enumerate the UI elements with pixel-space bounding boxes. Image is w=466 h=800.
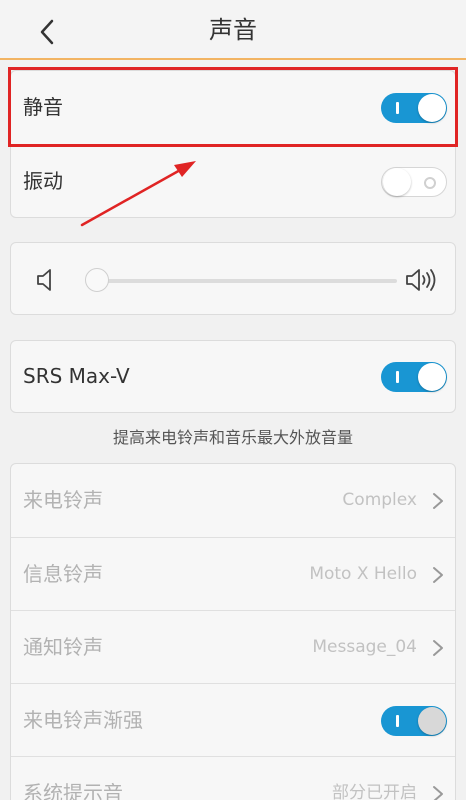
list-item[interactable]: 通知铃声 Message_04 [11, 610, 455, 683]
srs-row[interactable]: SRS Max-V [11, 341, 455, 412]
toggle-knob [418, 363, 446, 391]
srs-toggle[interactable] [381, 362, 447, 392]
header-bar: 声音 [0, 0, 466, 60]
chevron-right-icon [433, 567, 443, 583]
ringtone-value: Complex [342, 490, 417, 510]
srs-card: SRS Max-V [10, 340, 456, 413]
system-sound-label: 系统提示音 [23, 781, 123, 800]
mute-label: 静音 [23, 95, 63, 119]
sound-settings-screen: 声音 静音 振动 SRS Max-V 提高来电铃声和音乐最大外放音量 来电铃声 … [0, 0, 466, 800]
mute-toggle[interactable] [381, 93, 447, 123]
speaker-low-icon [37, 269, 51, 291]
message-tone-label: 信息铃声 [23, 562, 103, 586]
list-item[interactable]: 系统提示音 部分已开启 [11, 756, 455, 800]
mute-vibrate-card: 静音 振动 [10, 70, 456, 218]
system-sound-value: 部分已开启 [332, 783, 417, 800]
volume-track[interactable] [89, 279, 397, 283]
volume-card [10, 242, 456, 315]
notification-tone-label: 通知铃声 [23, 635, 103, 659]
toggle-on-mark-icon [396, 371, 399, 383]
srs-description: 提高来电铃声和音乐最大外放音量 [112, 428, 353, 447]
srs-label: SRS Max-V [23, 364, 130, 388]
ringtone-fade-in-label: 来电铃声渐强 [23, 708, 143, 732]
notification-tone-value: Message_04 [312, 637, 417, 657]
chevron-right-icon [433, 640, 443, 656]
ringtone-fade-in-toggle[interactable] [381, 706, 447, 736]
vibrate-label: 振动 [23, 169, 63, 193]
vibrate-row[interactable]: 振动 [11, 144, 455, 217]
list-item[interactable]: 来电铃声渐强 [11, 683, 455, 756]
page-title: 声音 [209, 16, 257, 44]
ringtone-card: 来电铃声 Complex 信息铃声 Moto X Hello 通知铃声 Mess… [10, 463, 456, 800]
vibrate-toggle[interactable] [381, 167, 447, 197]
list-item[interactable]: 信息铃声 Moto X Hello [11, 537, 455, 610]
chevron-right-icon [433, 786, 443, 800]
toggle-knob [418, 94, 446, 122]
toggle-knob [418, 707, 446, 735]
chevron-right-icon [433, 493, 443, 509]
ringtone-label: 来电铃声 [23, 488, 103, 512]
mute-row[interactable]: 静音 [11, 71, 455, 144]
toggle-on-mark-icon [396, 715, 399, 727]
list-item[interactable]: 来电铃声 Complex [11, 464, 455, 537]
toggle-off-mark-icon [424, 177, 436, 189]
speaker-high-icon [406, 269, 436, 291]
toggle-knob [383, 168, 411, 196]
message-tone-value: Moto X Hello [309, 564, 417, 584]
volume-slider-thumb[interactable] [85, 268, 109, 292]
toggle-on-mark-icon [396, 102, 399, 114]
